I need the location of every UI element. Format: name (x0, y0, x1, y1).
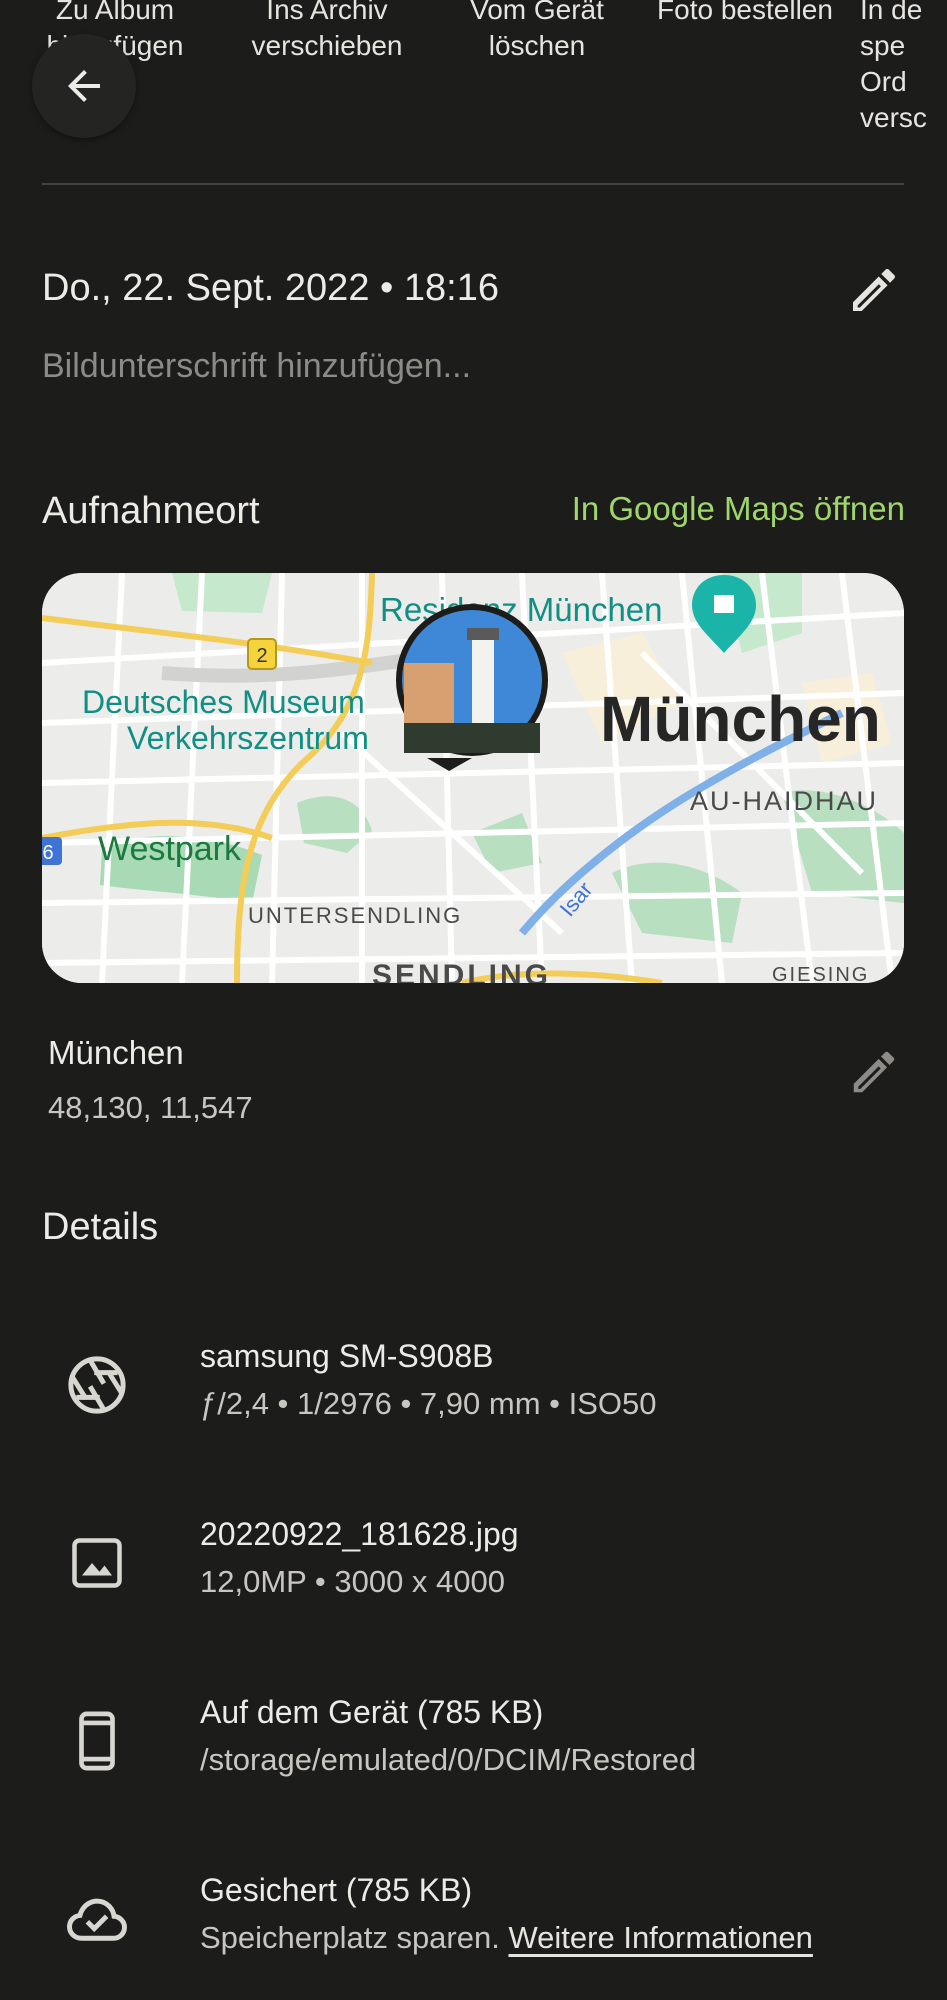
divider (42, 183, 904, 185)
road-shield-6-label: 6 (42, 842, 53, 864)
map-label-museum-1: Deutsches Museum (82, 684, 365, 720)
detail-backup: Gesichert (785 KB) Speicherplatz sparen.… (0, 1864, 947, 1984)
camera-model: samsung SM-S908B (200, 1338, 494, 1374)
back-button[interactable] (32, 34, 136, 138)
phone-icon (62, 1706, 132, 1776)
image-icon (62, 1528, 132, 1598)
file-resolution: 12,0MP • 3000 x 4000 (200, 1564, 506, 1599)
map-label-sendling: SENDLING (372, 959, 551, 983)
map-label-westpark: Westpark (98, 830, 242, 868)
date-time: Do., 22. Sept. 2022 • 18:16 (42, 267, 499, 309)
backup-title: Gesichert (785 KB) (200, 1872, 473, 1908)
more-info-link[interactable]: Weitere Informationen (508, 1920, 812, 1955)
backup-subtitle-text: Speicherplatz sparen. (200, 1920, 509, 1955)
edit-location-button[interactable] (842, 1040, 906, 1104)
detail-file: 20220922_181628.jpg 12,0MP • 3000 x 4000 (0, 1508, 947, 1628)
edit-date-button[interactable] (842, 258, 906, 322)
open-in-google-maps-link[interactable]: In Google Maps öffnen (572, 490, 905, 528)
camera-shutter-icon (62, 1350, 132, 1420)
pencil-icon (853, 268, 896, 311)
poi-tower-icon (714, 595, 734, 613)
map-label-untersendling: UNTERSENDLING (248, 903, 462, 928)
coordinates: 48,130, 11,547 (48, 1090, 253, 1125)
map-label-au-haidhausen: AU-HAIDHAU (690, 786, 878, 816)
park-area (172, 573, 272, 613)
pencil-icon (853, 1051, 895, 1093)
map-label-city: München (600, 683, 881, 755)
detail-device: Auf dem Gerät (785 KB) /storage/emulated… (0, 1686, 947, 1806)
details-section-title: Details (42, 1206, 159, 1248)
photo-location-pin (396, 604, 548, 771)
camera-settings: ƒ/2,4 • 1/2976 • 7,90 mm • ISO50 (200, 1386, 657, 1421)
file-name: 20220922_181628.jpg (200, 1516, 519, 1552)
delete-from-device-action[interactable]: Vom Gerät löschen (432, 0, 642, 64)
move-to-locked-folder-action[interactable]: In de spe Ord versc (860, 0, 947, 136)
device-storage-path: /storage/emulated/0/DCIM/Restored (200, 1742, 697, 1777)
location-section-title: Aufnahmeort (42, 490, 260, 532)
order-photo-action[interactable]: Foto bestellen (640, 0, 850, 28)
backup-subtitle: Speicherplatz sparen. Weitere Informatio… (200, 1920, 813, 1956)
back-arrow-icon (68, 70, 100, 102)
archive-action[interactable]: Ins Archiv verschieben (222, 0, 432, 64)
map-label-museum-2: Verkehrszentrum (127, 720, 369, 756)
photo-actions-bar: Zu Album hinzufügen Ins Archiv verschieb… (0, 0, 947, 133)
road-shield-2-label: 2 (256, 645, 267, 667)
cloud-check-icon (62, 1884, 132, 1954)
map-canvas: 2 6 Residenz München Deutsches Museum Ve… (42, 573, 904, 983)
device-storage-title: Auf dem Gerät (785 KB) (200, 1694, 544, 1730)
map-label-giesing: GIESING (772, 964, 869, 983)
detail-camera: samsung SM-S908B ƒ/2,4 • 1/2976 • 7,90 m… (0, 1330, 947, 1450)
location-map[interactable]: 2 6 Residenz München Deutsches Museum Ve… (42, 573, 904, 983)
place-name: München (48, 1034, 184, 1071)
caption-input[interactable]: Bildunterschrift hinzufügen... (42, 347, 471, 386)
